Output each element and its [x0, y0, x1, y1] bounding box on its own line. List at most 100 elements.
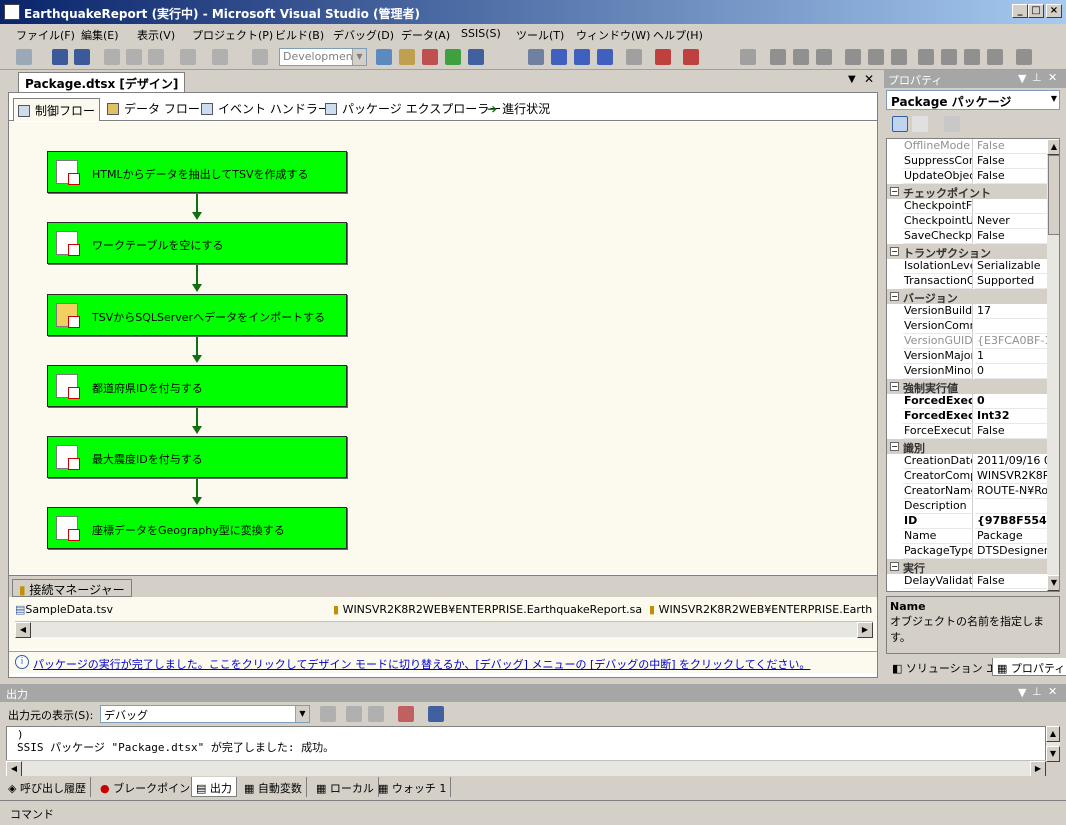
horizontal-spacing-icon[interactable] — [1016, 49, 1032, 65]
size-to-grid-icon[interactable] — [987, 49, 1003, 65]
scroll-down-icon[interactable]: ▼ — [1047, 575, 1059, 591]
restart-icon[interactable] — [597, 49, 613, 65]
task-prefecture-id[interactable]: 都道府県IDを付与する — [47, 365, 347, 407]
align-icon[interactable] — [740, 49, 756, 65]
property-row[interactable]: Name Package — [887, 529, 1047, 544]
variables-icon[interactable] — [445, 49, 461, 65]
scroll-left-icon[interactable]: ◀ — [6, 761, 22, 777]
property-category[interactable]: − 強制実行値 — [887, 379, 1047, 394]
property-row[interactable]: IsolationLeve Serializable — [887, 259, 1047, 274]
task-truncate-table[interactable]: ワークテーブルを空にする — [47, 222, 347, 264]
property-row[interactable]: SaveCheckpo False — [887, 229, 1047, 244]
property-value[interactable]: Supported — [975, 274, 1047, 289]
align-left-icon[interactable] — [770, 49, 786, 65]
pin-icon[interactable]: ⊥ — [1032, 685, 1042, 698]
property-row[interactable]: SuppressCon False — [887, 154, 1047, 169]
align-center-icon[interactable] — [793, 49, 809, 65]
property-value[interactable]: False — [975, 424, 1047, 439]
menu-view[interactable]: 表示(V) — [137, 27, 175, 43]
property-category[interactable]: − 識別 — [887, 439, 1047, 454]
property-row[interactable]: TransactionO Supported — [887, 274, 1047, 289]
tab-autos[interactable]: ▦ 自動変数 — [240, 777, 307, 797]
tab-output[interactable]: ▤ 出力 — [191, 777, 237, 797]
property-row[interactable]: CheckpointUs Never — [887, 214, 1047, 229]
configuration-select[interactable]: Development ▼ — [279, 48, 367, 66]
property-value[interactable] — [975, 319, 1047, 334]
start-icon[interactable] — [252, 49, 268, 65]
menu-build[interactable]: ビルド(B) — [275, 27, 324, 43]
properties-object-select[interactable]: Package パッケージ ▼ — [886, 90, 1060, 110]
scroll-thumb[interactable] — [1048, 155, 1059, 235]
align-right-icon[interactable] — [816, 49, 832, 65]
menu-help[interactable]: ヘルプ(H) — [653, 27, 703, 43]
execute-task-icon[interactable] — [683, 49, 699, 65]
close-button[interactable]: × — [1046, 4, 1062, 18]
undo-icon[interactable] — [180, 49, 196, 65]
tab-properties[interactable]: ▦ プロパティ — [992, 658, 1066, 676]
property-row[interactable]: ForceExecuti False — [887, 424, 1047, 439]
precedence-line[interactable] — [196, 194, 198, 212]
execution-status-bar[interactable]: i パッケージの実行が完了しました。ここをクリックしてデザイン モードに切り替え… — [9, 651, 877, 673]
tab-breakpoints[interactable]: ● ブレークポイント — [96, 777, 207, 797]
tab-connection-managers[interactable]: ▮ 接続マネージャー — [12, 579, 132, 597]
property-value[interactable]: Int32 — [975, 409, 1047, 424]
collapse-icon[interactable]: − — [890, 187, 899, 196]
property-value[interactable]: {E3FCA0BF-1 — [975, 334, 1047, 349]
save-all-icon[interactable] — [74, 49, 90, 65]
connection-item[interactable]: ▮ WINSVR2K8R2WEB¥ENTERPRISE.EarthquakeRe… — [333, 603, 642, 616]
next-message-icon[interactable] — [368, 706, 384, 722]
output-hscrollbar[interactable]: ◀ ▶ — [6, 760, 1046, 777]
close-panel-icon[interactable]: ✕ — [1048, 685, 1057, 698]
connections-scrollbar[interactable]: ◀ ▶ — [15, 621, 873, 638]
property-value[interactable] — [975, 499, 1047, 514]
align-middle-icon[interactable] — [868, 49, 884, 65]
clear-all-icon[interactable] — [398, 706, 414, 722]
breakpoint-icon[interactable] — [655, 49, 671, 65]
property-grid-scrollbar[interactable]: ▲ ▼ — [1047, 139, 1059, 591]
property-row[interactable]: DelayValidati False — [887, 574, 1047, 589]
panel-dropdown-icon[interactable]: ▼ — [1018, 72, 1026, 85]
property-value[interactable]: {97B8F554- — [975, 514, 1047, 529]
property-row[interactable]: ForcedExecuInt32 — [887, 409, 1047, 424]
property-value[interactable]: Serializable — [975, 259, 1047, 274]
property-category[interactable]: − 実行 — [887, 559, 1047, 574]
collapse-icon[interactable]: − — [890, 247, 899, 256]
menu-file[interactable]: ファイル(F) — [16, 27, 75, 43]
property-row[interactable]: ForcedExecu0 — [887, 394, 1047, 409]
property-row[interactable]: VersionMajor 1 — [887, 349, 1047, 364]
close-panel-icon[interactable]: ✕ — [1048, 71, 1057, 84]
scroll-up-icon[interactable]: ▲ — [1046, 726, 1060, 742]
property-row[interactable]: PackageType DTSDesigner — [887, 544, 1047, 559]
maximize-button[interactable]: □ — [1028, 4, 1044, 18]
property-row[interactable]: VersionMinor 0 — [887, 364, 1047, 379]
tab-dropdown-icon[interactable]: ▼ — [848, 74, 856, 85]
precedence-line[interactable] — [196, 408, 198, 426]
property-row[interactable]: OfflineMode False — [887, 139, 1047, 154]
property-row[interactable]: VersionGUID {E3FCA0BF-1 — [887, 334, 1047, 349]
make-same-size-icon[interactable] — [964, 49, 980, 65]
step-icon[interactable] — [626, 49, 642, 65]
tab-event-handlers[interactable]: イベント ハンドラー — [197, 97, 334, 119]
alphabetical-icon[interactable] — [912, 116, 928, 132]
property-row[interactable]: Description — [887, 499, 1047, 514]
command-window-icon[interactable] — [468, 49, 484, 65]
precedence-line[interactable] — [196, 337, 198, 355]
property-row[interactable]: CheckpointFi — [887, 199, 1047, 214]
property-category[interactable]: − トランザクション — [887, 244, 1047, 259]
tab-progress[interactable]: ➔ 進行状況 — [483, 97, 554, 119]
task-import-tsv[interactable]: TSVからSQLServerへデータをインポートする — [47, 294, 347, 336]
scroll-up-icon[interactable]: ▲ — [1047, 139, 1059, 155]
property-value[interactable] — [975, 199, 1047, 214]
redo-icon[interactable] — [212, 49, 228, 65]
stop-icon[interactable] — [574, 49, 590, 65]
property-value[interactable]: Package — [975, 529, 1047, 544]
output-text[interactable]: ) SSIS パッケージ "Package.dtsx" が完了しました: 成功。 — [6, 726, 1046, 762]
menu-edit[interactable]: 編集(E) — [81, 27, 119, 43]
tab-watch1[interactable]: ▦ ウォッチ 1 — [374, 777, 452, 797]
tab-package-explorer[interactable]: パッケージ エクスプローラー — [321, 97, 505, 119]
property-row[interactable]: CreatorComp WINSVR2K8R — [887, 469, 1047, 484]
toolbox-icon[interactable] — [422, 49, 438, 65]
collapse-icon[interactable]: − — [890, 562, 899, 571]
previous-message-icon[interactable] — [346, 706, 362, 722]
property-value[interactable]: 17 — [975, 304, 1047, 319]
